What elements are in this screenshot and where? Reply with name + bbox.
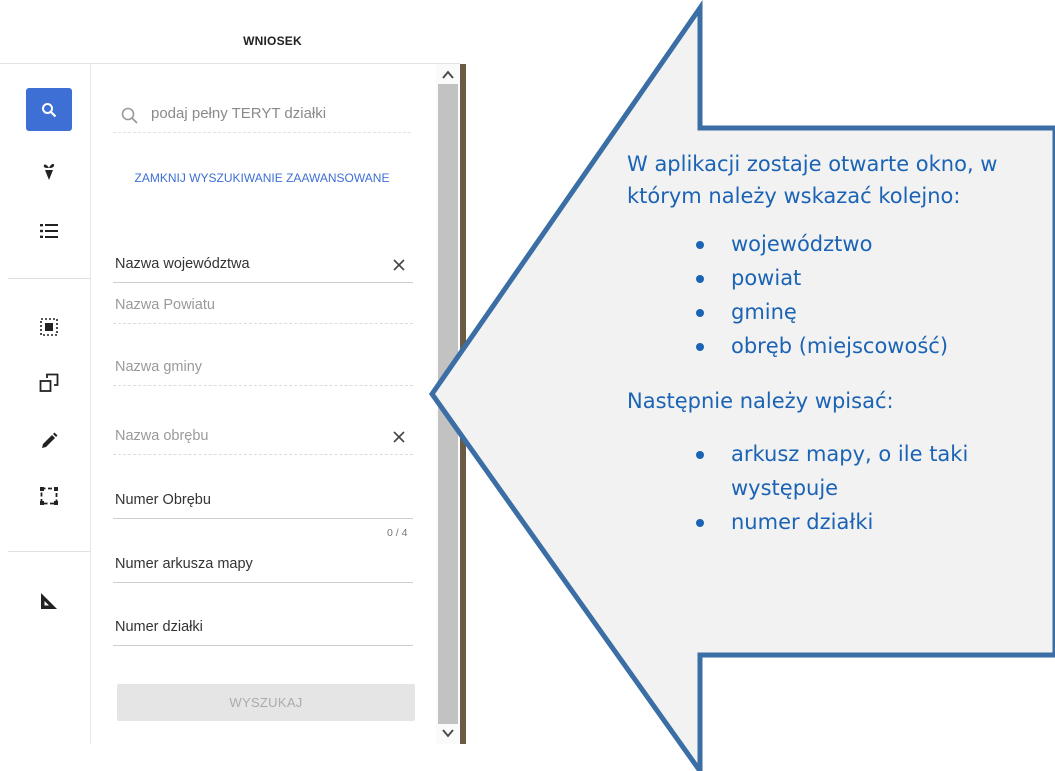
teryt-search-field[interactable] <box>113 104 411 133</box>
callout-next: Następnie należy wpisać: <box>627 389 894 413</box>
list-item: obręb (miejscowość) <box>627 329 1055 363</box>
list-item: województwo <box>627 227 1055 261</box>
plant-tool-button[interactable] <box>26 151 72 191</box>
callout-list-2: arkusz mapy, o ile taki występuje numer … <box>627 437 1055 539</box>
list-item: gminę <box>627 295 1055 329</box>
scrollbar-thumb[interactable] <box>438 84 458 724</box>
list-item: numer działki <box>627 505 1055 539</box>
bullet-icon <box>696 343 704 351</box>
precinct-label: Nazwa obrębu <box>115 428 209 444</box>
precinct-number-label: Numer Obrębu <box>115 492 211 508</box>
search-icon <box>121 107 138 124</box>
precinct-number-field[interactable]: Numer Obrębu <box>113 488 413 519</box>
close-icon[interactable] <box>391 257 407 273</box>
parcel-number-field[interactable]: Numer działki <box>113 615 413 646</box>
callout-text: W aplikacji zostaje otwarte okno, w któr… <box>627 148 1055 539</box>
bullet-icon <box>696 275 704 283</box>
copy-icon <box>39 373 59 392</box>
toolbar-separator <box>8 278 90 279</box>
voivodeship-label: Nazwa województwa <box>115 256 250 272</box>
chevron-down-icon[interactable] <box>440 726 456 740</box>
commune-label: Nazwa gminy <box>115 359 203 375</box>
character-counter: 0 / 4 <box>387 527 408 539</box>
pencil-icon <box>42 432 58 448</box>
commune-field[interactable]: Nazwa gminy <box>113 355 413 386</box>
map-sheet-field[interactable]: Numer arkusza mapy <box>113 552 413 583</box>
left-toolbar <box>0 64 91 744</box>
bullet-icon <box>696 309 704 317</box>
chevron-up-icon[interactable] <box>440 68 456 82</box>
close-icon[interactable] <box>391 429 407 445</box>
panel-scrollbar[interactable] <box>436 64 460 744</box>
callout-intro: W aplikacji zostaje otwarte okno, w któr… <box>627 152 998 208</box>
select-area-tool-button[interactable] <box>26 307 72 347</box>
teryt-search-input[interactable] <box>151 105 401 122</box>
plant-icon <box>43 163 55 180</box>
voivodeship-field[interactable]: Nazwa województwa <box>113 252 413 283</box>
bullet-icon <box>696 241 704 249</box>
callout-list-1: województwo powiat gminę obręb (miejscow… <box>627 227 1055 363</box>
bullet-icon <box>696 519 704 527</box>
list-item: powiat <box>627 261 1055 295</box>
search-icon <box>42 102 57 117</box>
measure-tool-button[interactable] <box>26 581 72 621</box>
ruler-triangle-icon <box>41 593 57 609</box>
search-button[interactable]: WYSZUKAJ <box>117 684 415 721</box>
list-icon <box>40 224 58 238</box>
search-panel: ZAMKNIJ WYSZUKIWANIE ZAAWANSOWANE Nazwa … <box>91 64 436 744</box>
county-field[interactable]: Nazwa Powiatu <box>113 293 413 324</box>
county-label: Nazwa Powiatu <box>115 297 215 313</box>
draw-tool-button[interactable] <box>26 421 72 461</box>
precinct-field[interactable]: Nazwa obrębu <box>113 424 413 455</box>
close-advanced-search-link[interactable]: ZAMKNIJ WYSZUKIWANIE ZAAWANSOWANE <box>113 172 411 185</box>
map-edge <box>460 64 466 744</box>
search-tool-button[interactable] <box>26 88 72 131</box>
page-title: WNIOSEK <box>243 34 302 48</box>
list-item: arkusz mapy, o ile taki występuje <box>627 437 1011 505</box>
bullet-icon <box>696 451 704 459</box>
parcel-number-label: Numer działki <box>115 619 203 635</box>
toolbar-separator <box>8 551 90 552</box>
list-tool-button[interactable] <box>26 211 72 251</box>
frame-tool-button[interactable] <box>26 476 72 516</box>
select-area-icon <box>40 318 58 336</box>
frame-icon <box>40 487 58 505</box>
map-sheet-label: Numer arkusza mapy <box>115 556 253 572</box>
copy-tool-button[interactable] <box>26 363 72 403</box>
